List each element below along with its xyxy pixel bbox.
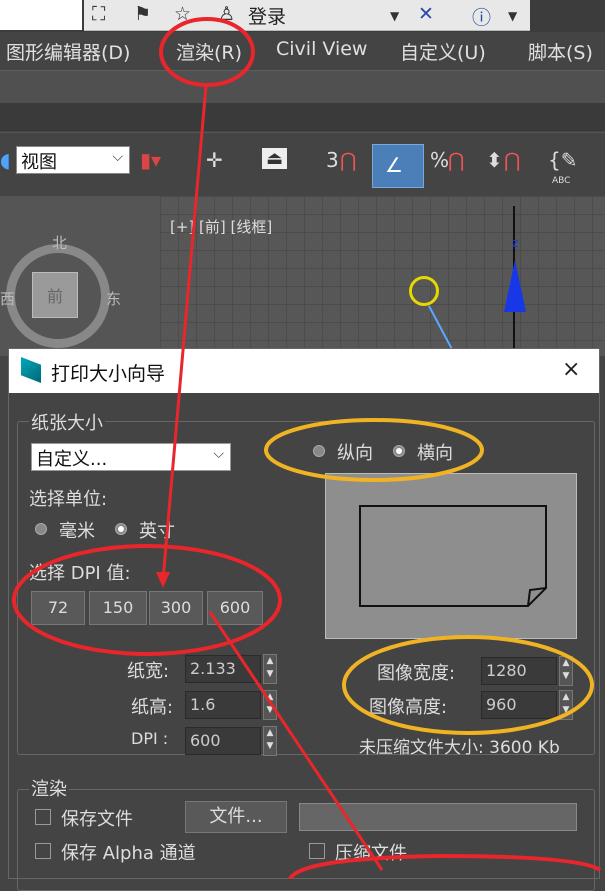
compress-file-checkbox[interactable] — [309, 843, 325, 859]
dpi-select-label: 选择 DPI 值: — [29, 563, 131, 584]
unit-mm-radio[interactable] — [35, 523, 47, 535]
info-center-toolbar: ⛶ ⚑ ☆ ♙ 登录 ▼ ✕ ⓘ ▼ — [84, 0, 530, 31]
3dsmax-logo-icon — [21, 357, 41, 383]
menu-graph-editors[interactable]: 图形编辑器(D) — [6, 38, 130, 65]
save-file-label[interactable]: 保存文件 — [61, 805, 133, 831]
unit-label: 选择单位: — [29, 489, 108, 510]
select-icon[interactable]: ◖ — [0, 148, 11, 172]
menu-civil-view[interactable]: Civil View — [276, 38, 367, 60]
viewport-front[interactable]: [+] [前] [线框] z — [160, 196, 605, 360]
select-manipulate-icon[interactable]: ✛ — [206, 148, 223, 172]
dpi-600-button[interactable]: 600 — [207, 591, 263, 625]
paper-size-select[interactable]: 自定义... ⌵ — [31, 443, 231, 471]
image-width-label: 图像宽度: — [377, 663, 456, 684]
menu-scripting[interactable]: 脚本(S) — [528, 38, 593, 65]
image-width-field[interactable]: 1280 — [481, 657, 557, 685]
image-height-spinner[interactable]: ▲ ▼ — [559, 690, 573, 720]
star-icon[interactable]: ☆ — [174, 3, 191, 25]
image-width-spinner[interactable]: ▲ ▼ — [559, 656, 573, 686]
unit-mm-label[interactable]: 毫米 — [59, 517, 95, 543]
dpi-72-button[interactable]: 72 — [31, 591, 85, 625]
pivot-icon[interactable]: ▮▾ — [140, 148, 161, 172]
unit-inch-label[interactable]: 英寸 — [139, 517, 175, 543]
percent-snap-label: % — [430, 148, 450, 172]
z-axis-arrow-icon — [504, 260, 526, 312]
help-chevron-down-icon[interactable]: ▼ — [508, 9, 517, 23]
ribbon-band — [0, 70, 605, 104]
orientation-landscape-radio[interactable] — [393, 445, 405, 457]
angle-snap-icon: ∠ — [385, 153, 403, 177]
paper-width-field[interactable]: 2.133 — [185, 655, 261, 683]
reference-coordinate-select[interactable]: 视图 ⌵ — [16, 146, 130, 174]
percent-snap-icon[interactable]: ⋂ — [448, 148, 464, 172]
chevron-down-icon: ⌵ — [112, 149, 123, 165]
viewcube-area: 前 北 东 西 — [0, 196, 160, 356]
spinner-snap-icon[interactable]: ⬍ — [486, 148, 503, 172]
spinner-snap-magnet-icon[interactable]: ⋂ — [504, 148, 520, 172]
communication-icon[interactable]: ⚑ — [134, 3, 151, 25]
close-icon[interactable]: × — [562, 357, 580, 382]
paper-preview — [325, 473, 577, 639]
unit-inch-radio[interactable] — [115, 523, 127, 535]
user-icon[interactable]: ♙ — [218, 3, 235, 25]
orientation-portrait-radio[interactable] — [313, 445, 325, 457]
file-path-field[interactable] — [299, 803, 577, 831]
paper-height-field[interactable]: 1.6 — [185, 691, 261, 719]
viewport-label[interactable]: [+] [前] [线框] — [170, 216, 272, 237]
dpi-field[interactable]: 600 — [185, 727, 261, 755]
top-left-blank — [0, 0, 82, 30]
viewcube-west: 西 — [0, 290, 16, 308]
image-height-label: 图像高度: — [369, 697, 448, 718]
dialog-title: 打印大小向导 — [51, 363, 166, 385]
paper-preview-sheet-icon — [359, 505, 547, 607]
light-target-icon[interactable] — [409, 276, 439, 306]
angle-snap-toggle[interactable]: ∠ — [372, 144, 424, 188]
dpi-150-button[interactable]: 150 — [89, 591, 147, 625]
named-selection-icon[interactable]: {✎ — [548, 148, 577, 172]
login-label[interactable]: 登录 — [248, 2, 286, 29]
dpi-field-label: DPI : — [131, 729, 169, 748]
uncompressed-file-size: 未压缩文件大小: 3600 Kb — [359, 738, 560, 758]
menu-bar: 图形编辑器(D) 渲染(R) Civil View 自定义(U) 脚本(S) — [0, 32, 605, 70]
snaps-toggle-label: 3 — [326, 148, 339, 172]
render-group-label: 渲染 — [29, 775, 69, 801]
save-alpha-checkbox[interactable] — [35, 843, 51, 859]
snaps-toggle-icon[interactable]: ⋂ — [340, 148, 356, 172]
binoculars-icon[interactable]: ⛶ — [92, 3, 105, 25]
paper-height-label: 纸高: — [131, 697, 174, 718]
keyboard-shortcut-icon[interactable]: ⏏ — [262, 148, 288, 169]
help-icon[interactable]: ⓘ — [472, 3, 491, 30]
save-alpha-label[interactable]: 保存 Alpha 通道 — [61, 839, 196, 865]
exchange-x-icon[interactable]: ✕ — [418, 3, 434, 25]
viewcube-east: 东 — [106, 290, 122, 308]
viewcube-face-label: 前 — [47, 287, 64, 306]
chevron-down-icon[interactable]: ▼ — [390, 9, 399, 23]
paper-width-label: 纸宽: — [127, 661, 170, 682]
dpi-300-button[interactable]: 300 — [149, 591, 203, 625]
chevron-down-icon: ⌵ — [213, 446, 224, 462]
image-height-field[interactable]: 960 — [481, 691, 557, 719]
orientation-portrait-label[interactable]: 纵向 — [337, 439, 373, 465]
paper-size-group-label: 纸张大小 — [29, 409, 105, 435]
paper-size-value: 自定义... — [36, 449, 108, 470]
reference-coordinate-value: 视图 — [21, 152, 57, 173]
print-size-wizard-dialog: 打印大小向导 × 纸张大小 自定义... ⌵ 选择单位: 毫米 英寸 选择 DP… — [8, 348, 600, 891]
dpi-spinner[interactable]: ▲ ▼ — [263, 726, 277, 756]
paper-height-spinner[interactable]: ▲ ▼ — [263, 690, 277, 720]
save-file-checkbox[interactable] — [35, 809, 51, 825]
orientation-landscape-label[interactable]: 横向 — [417, 439, 453, 465]
paper-width-spinner[interactable]: ▲ ▼ — [263, 654, 277, 684]
menu-customize[interactable]: 自定义(U) — [400, 38, 486, 65]
compress-file-label[interactable]: 压缩文件 — [335, 839, 407, 865]
ribbon-band-dark — [0, 103, 605, 131]
named-selection-label: ABC — [552, 176, 571, 186]
dialog-titlebar: 打印大小向导 × — [9, 349, 599, 393]
file-button[interactable]: 文件... — [185, 801, 287, 833]
viewcube-face[interactable]: 前 — [32, 272, 78, 318]
z-axis-label: z — [512, 236, 519, 250]
menu-rendering[interactable]: 渲染(R) — [176, 38, 242, 65]
viewcube-north: 北 — [52, 234, 68, 252]
